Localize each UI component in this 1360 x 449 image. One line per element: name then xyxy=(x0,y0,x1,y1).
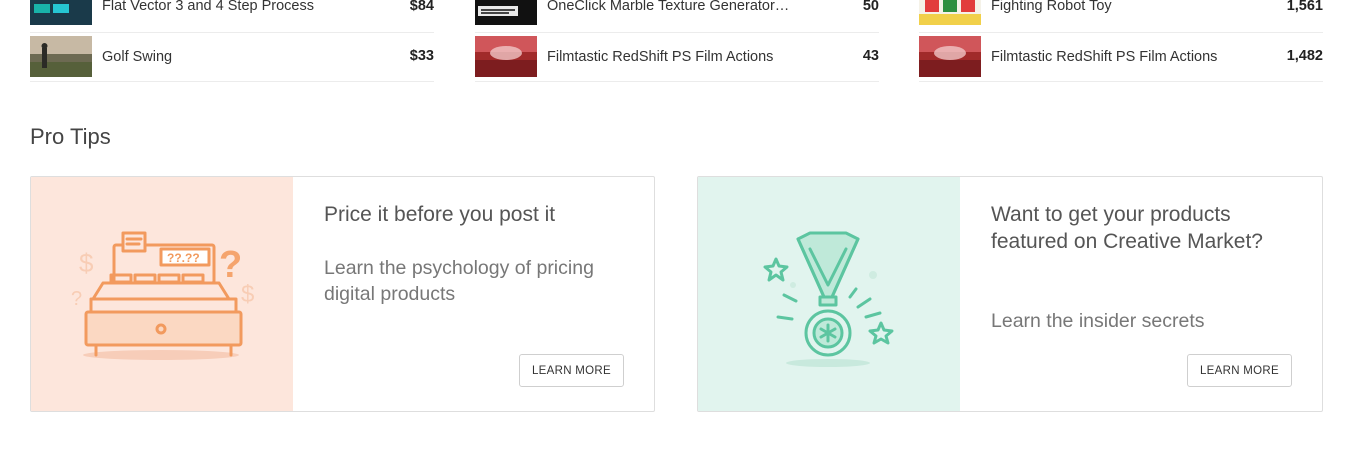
card-description: Learn the insider secrets xyxy=(991,310,1205,332)
list-item[interactable]: OneClick Marble Texture Generator… 50 xyxy=(475,0,879,33)
learn-more-button[interactable]: LEARN MORE xyxy=(1186,354,1292,387)
svg-text:??.??: ??.?? xyxy=(167,251,200,265)
illustration-panel xyxy=(698,177,960,411)
svg-text:$: $ xyxy=(241,281,254,308)
marble-generator-thumbnail xyxy=(475,0,537,25)
item-name: Fighting Robot Toy xyxy=(991,0,1112,14)
list-item[interactable]: Filmtastic RedShift PS Film Actions 43 xyxy=(475,33,879,82)
card-title: Price it before you post it xyxy=(324,203,556,226)
section-title: Pro Tips xyxy=(30,124,111,149)
card-description: Learn the psychology of pricing digital … xyxy=(324,257,594,305)
robot-toy-thumbnail xyxy=(919,0,981,25)
list-item[interactable]: Fighting Robot Toy 1,561 xyxy=(919,0,1323,33)
item-name: Golf Swing xyxy=(102,49,173,65)
item-price: $33 xyxy=(409,48,434,64)
golf-swing-thumbnail xyxy=(30,36,92,77)
list-item[interactable]: Flat Vector 3 and 4 Step Process $84 xyxy=(30,0,434,33)
flat-vector-thumbnail xyxy=(30,0,92,25)
item-sales-count: 50 xyxy=(862,0,879,14)
svg-text:?: ? xyxy=(219,244,242,286)
list-item[interactable]: Golf Swing $33 xyxy=(30,33,434,82)
redshift-thumbnail xyxy=(475,36,537,77)
pro-tip-card-pricing: ??.?? ? $ ? $ Price it before you post i… xyxy=(30,176,655,412)
item-name: Filmtastic RedShift PS Film Actions xyxy=(547,49,774,65)
item-sales-count: 43 xyxy=(862,48,879,64)
svg-text:$: $ xyxy=(79,248,94,278)
learn-more-button[interactable]: LEARN MORE xyxy=(518,354,624,387)
item-name: OneClick Marble Texture Generator… xyxy=(547,0,790,14)
redshift-thumbnail xyxy=(919,36,981,77)
item-name: Filmtastic RedShift PS Film Actions xyxy=(991,49,1218,65)
item-name: Flat Vector 3 and 4 Step Process xyxy=(102,0,314,14)
pro-tip-card-featured: Want to get your products featured on Cr… xyxy=(697,176,1323,412)
svg-text:?: ? xyxy=(71,288,82,310)
list-item[interactable]: Filmtastic RedShift PS Film Actions 1,48… xyxy=(919,33,1323,82)
item-earnings: 1,482 xyxy=(1286,48,1323,64)
item-price: $84 xyxy=(409,0,434,14)
illustration-panel: ??.?? ? $ ? $ xyxy=(31,177,293,411)
item-earnings: 1,561 xyxy=(1286,0,1323,14)
card-title: Want to get your products featured on Cr… xyxy=(991,203,1263,253)
